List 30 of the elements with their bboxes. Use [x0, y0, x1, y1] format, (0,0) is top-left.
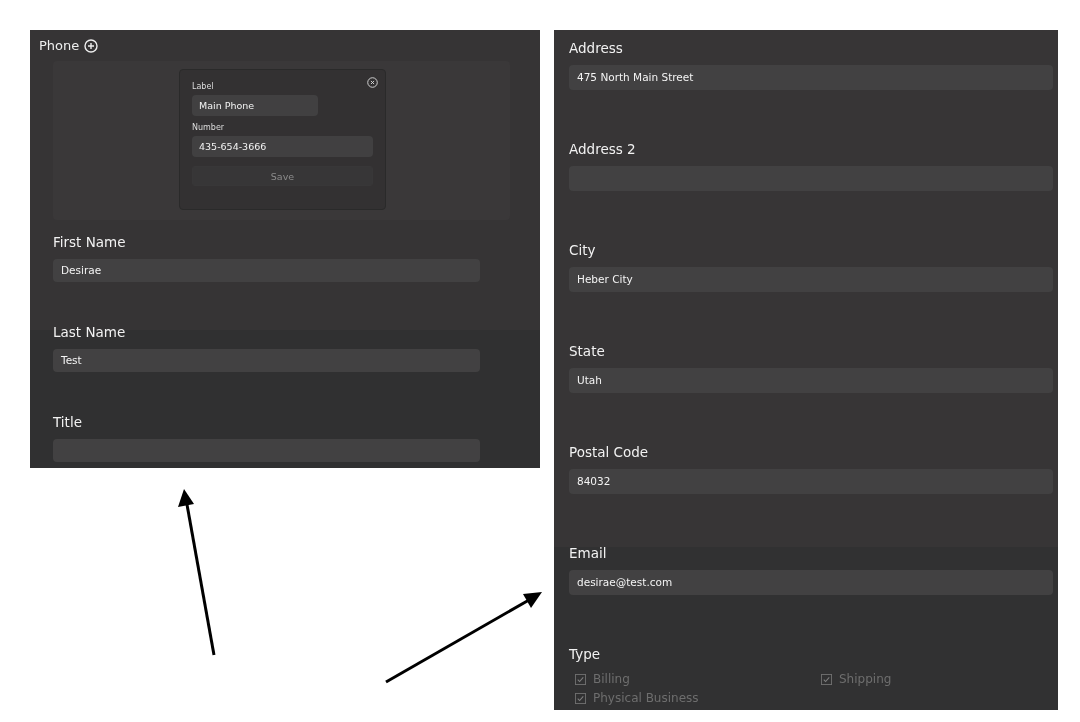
option-label: Shipping: [839, 672, 892, 686]
field-label: Postal Code: [569, 443, 650, 461]
input-field[interactable]: Main Phone: [192, 95, 318, 116]
field-label: Last Name: [53, 323, 127, 341]
option-label: Physical Business: [593, 691, 699, 705]
field-label: Label: [192, 82, 215, 91]
option-label: Billing: [593, 672, 630, 686]
input-field[interactable]: Desirae: [53, 259, 480, 282]
field-label: City: [569, 241, 597, 259]
field-label: Number: [192, 123, 226, 132]
input-field[interactable]: Heber City: [569, 267, 1053, 292]
checkbox[interactable]: [575, 673, 586, 685]
section-title: Phone: [39, 38, 80, 53]
field-label: Type: [569, 645, 601, 663]
field-label: First Name: [53, 233, 127, 251]
field-label: Address 2: [569, 140, 637, 158]
input-field[interactable]: 435-654-3666: [192, 136, 373, 157]
field-label: State: [569, 342, 606, 360]
field-label: Email: [569, 544, 608, 562]
input-field[interactable]: Test: [53, 349, 480, 372]
checkbox[interactable]: [575, 692, 586, 704]
checkbox[interactable]: [821, 673, 832, 685]
input-field[interactable]: Utah: [569, 368, 1053, 393]
input-field[interactable]: desirae@test.com: [569, 570, 1053, 595]
input-field[interactable]: 84032: [569, 469, 1053, 494]
field-label: Address: [569, 39, 624, 57]
input-field[interactable]: 475 North Main Street: [569, 65, 1053, 90]
field-label: Title: [53, 413, 83, 431]
close-icon[interactable]: [367, 77, 378, 88]
add-icon[interactable]: [84, 38, 99, 53]
